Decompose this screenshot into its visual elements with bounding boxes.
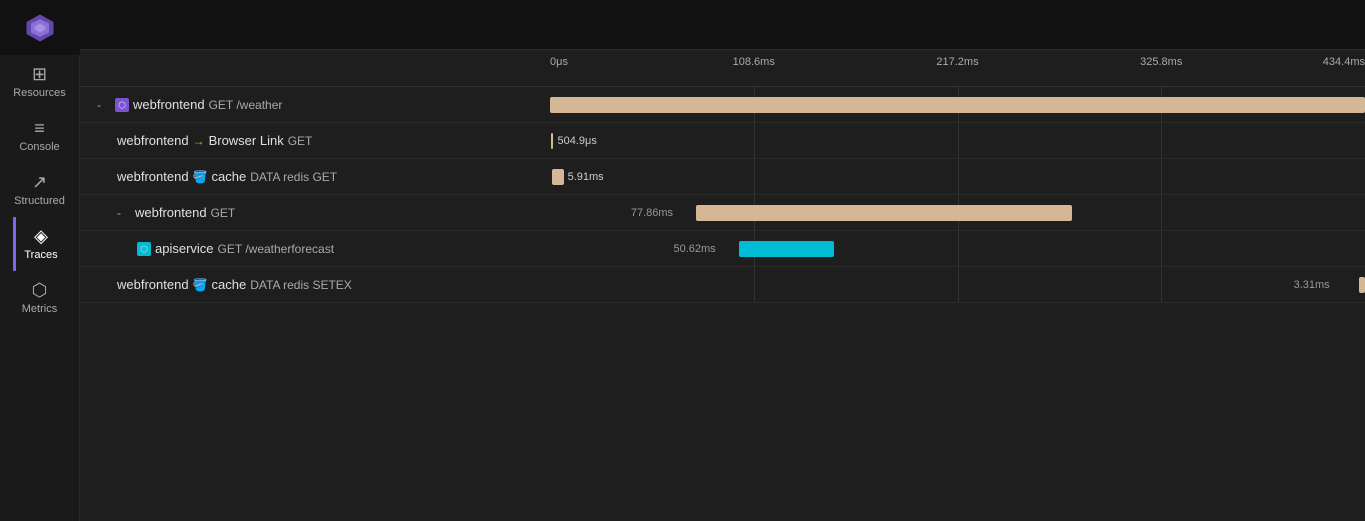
sidebar: ⊞ Resources ≡ Console ↗ Structured ◈ Tra… [0,0,80,521]
row-name-4: ⬡ apiservice GET /weatherforecast [80,241,550,256]
trace-row-0[interactable]: -⬡ webfrontend GET /weather [80,87,1365,123]
header-meta [100,24,1345,39]
grid-line-75 [1161,159,1162,194]
op-tag-5: DATA redis SETEX [250,278,352,292]
sidebar-label-metrics: Metrics [22,303,57,315]
trace-table: 0μs108.6ms217.2ms325.8ms434.4ms -⬡webfro… [80,50,1365,521]
op-tag-2: DATA redis GET [250,170,337,184]
span-bar-1 [551,133,553,149]
grid-line-75 [1161,267,1162,302]
sidebar-label-resources: Resources [13,87,66,99]
grid-line-50 [958,159,959,194]
sidebar-item-traces[interactable]: ◈ Traces [13,217,66,271]
svc2-name-2: cache [212,169,247,184]
depth-stat [155,24,159,39]
grid-line-75 [1161,123,1162,158]
main-content: 0μs108.6ms217.2ms325.8ms434.4ms -⬡webfro… [80,0,1365,521]
svc-name-3: webfrontend [135,205,207,220]
arrow-icon-1: → [193,134,205,148]
trace-row-3[interactable]: -webfrontend GET 77.86ms [80,195,1365,231]
op-tag-3: GET [211,206,236,220]
name-column-header [80,56,550,80]
bar-label-left-2: 5.91ms [568,171,604,183]
timeline-marker-2: 217.2ms [936,56,978,68]
bar-label-right-5: 3.31ms [1294,279,1330,291]
bar-label-left-1: 504.9μs [557,135,596,147]
trace-column-headers: 0μs 108.6ms 217.2ms 325.8ms 434.4ms [80,50,1365,87]
grid-line-50 [958,231,959,266]
sidebar-label-console: Console [19,141,59,153]
grid-line-75 [1161,231,1162,266]
timeline-marker-4: 434.4ms [1323,56,1365,68]
grid-line-25 [754,123,755,158]
trace-row-5[interactable]: webfrontend 🪣 cache DATA redis SETEX 3.31… [80,267,1365,303]
grid-line-75 [1161,195,1162,230]
expand-btn-0[interactable]: - [97,98,111,112]
grid-line-25 [754,159,755,194]
row-timeline-5: 3.31ms [550,267,1365,302]
svc-name-0: webfrontend [133,97,205,112]
svc-name-2: webfrontend [117,169,189,184]
span-bar-4 [739,241,834,257]
total-spans-stat [183,24,187,39]
row-timeline-2: 5.91ms [550,159,1365,194]
row-timeline-4: 50.62ms [550,231,1365,266]
row-name-2: webfrontend 🪣 cache DATA redis GET [80,169,550,184]
timeline-column-header: 0μs 108.6ms 217.2ms 325.8ms 434.4ms [550,56,1365,80]
timeline-marker-1: 108.6ms [733,56,775,68]
sidebar-label-traces: Traces [24,249,57,261]
resources-stat [128,24,132,39]
grid-line-50 [958,267,959,302]
trace-row-4[interactable]: ⬡ apiservice GET /weatherforecast 50.62ms [80,231,1365,267]
row-name-5: webfrontend 🪣 cache DATA redis SETEX [80,277,550,292]
duration-stat [100,24,104,39]
span-bar-0 [550,97,1365,113]
timeline-header: 0μs 108.6ms 217.2ms 325.8ms 434.4ms [550,56,1365,80]
row-name-3: -webfrontend GET [80,205,550,220]
trace-row-1[interactable]: webfrontend → Browser Link GET 504.9μs [80,123,1365,159]
logo-icon [25,13,55,43]
resources-icon: ⊞ [32,65,47,83]
sidebar-item-resources[interactable]: ⊞ Resources [13,55,66,109]
metrics-icon: ⬡ [32,281,48,299]
timeline-marker-3: 325.8ms [1140,56,1182,68]
sidebar-item-structured[interactable]: ↗ Structured [13,163,66,217]
svc2-name-5: cache [212,277,247,292]
span-bar-5 [1359,277,1365,293]
db-icon-2: 🪣 [193,170,208,184]
svc-icon-0: ⬡ [115,98,129,112]
op-tag-0: GET /weather [209,98,283,112]
svc-name-5: webfrontend [117,277,189,292]
timeline-marker-0: 0μs [550,56,568,68]
row-name-1: webfrontend → Browser Link GET [80,133,550,148]
expand-btn-3[interactable]: - [117,206,131,220]
row-timeline-3: 77.86ms [550,195,1365,230]
sidebar-item-console[interactable]: ≡ Console [13,109,66,163]
grid-line-50 [958,123,959,158]
sidebar-label-structured: Structured [14,195,65,207]
svc-name-1: webfrontend [117,133,189,148]
traces-icon: ◈ [34,227,48,245]
row-timeline-1: 504.9μs [550,123,1365,158]
sidebar-item-metrics[interactable]: ⬡ Metrics [13,271,66,325]
op-tag-1: GET [288,134,313,148]
span-bar-2 [552,169,563,185]
row-name-0: -⬡ webfrontend GET /weather [80,97,550,112]
span-bar-3 [696,205,1072,221]
svc2-name-1: Browser Link [209,133,284,148]
svc-icon-4: ⬡ [137,242,151,256]
app-logo [0,0,80,55]
trace-rows: -⬡webfrontend GET /weatherwebfrontend → … [80,87,1365,303]
bar-label-right-3: 77.86ms [631,207,673,219]
row-timeline-0 [550,87,1365,122]
svc-name-4: apiservice [155,241,214,256]
trace-row-2[interactable]: webfrontend 🪣 cache DATA redis GET 5.91ms [80,159,1365,195]
structured-icon: ↗ [32,173,47,191]
page-header [80,0,1365,50]
op-tag-4: GET /weatherforecast [218,242,335,256]
console-icon: ≡ [34,119,45,137]
db-icon-5: 🪣 [193,278,208,292]
grid-line-25 [754,267,755,302]
bar-label-right-4: 50.62ms [673,243,715,255]
